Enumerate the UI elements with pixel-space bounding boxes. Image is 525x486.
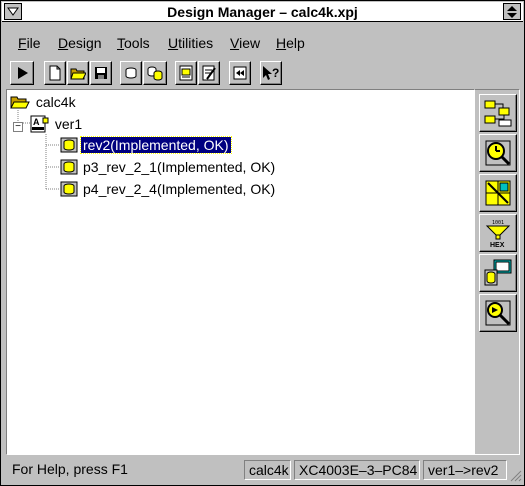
- play-icon: [18, 67, 28, 79]
- menu-file-label: ile: [26, 35, 41, 51]
- prom-formatter-button[interactable]: 1001 HEX: [479, 214, 517, 252]
- tree-node-project[interactable]: calc4k: [10, 92, 78, 112]
- status-revision: ver1–>rev2: [423, 460, 507, 480]
- open-folder-icon: [10, 96, 30, 109]
- window-title: Design Manager – calc4k.xpj: [167, 4, 358, 20]
- revision-chip-icon: [60, 137, 78, 153]
- chips-copy-icon: [147, 66, 163, 81]
- menu-help-label: elp: [286, 35, 305, 51]
- menu-tools[interactable]: Tools: [117, 34, 150, 52]
- status-device: XC4003E–3–PC84: [294, 460, 420, 480]
- tree-node-revision[interactable]: p3_rev_2_1(Implemented, OK): [59, 157, 277, 177]
- context-help-button[interactable]: ?: [260, 61, 282, 85]
- save-icon: [95, 67, 107, 79]
- menu-design-mnemonic: D: [58, 35, 69, 51]
- toolbar: ?: [2, 59, 523, 89]
- menu-design-label: esign: [68, 35, 102, 51]
- version-icon: A: [30, 115, 49, 133]
- restore-button[interactable]: [503, 3, 521, 20]
- floorplanner-icon: [485, 180, 511, 206]
- tree-node-revision-label: rev2(Implemented, OK): [80, 136, 232, 154]
- tool-palette: 1001 HEX: [475, 89, 520, 455]
- menu-view-mnemonic: V: [230, 35, 240, 51]
- menu-tools-label: ools: [124, 35, 150, 51]
- run-flow-button[interactable]: [10, 61, 34, 85]
- copy-chip-button[interactable]: [143, 61, 167, 85]
- report-edit-icon: [202, 65, 216, 81]
- title-bar[interactable]: Design Manager – calc4k.xpj: [2, 2, 523, 22]
- menu-view[interactable]: View: [230, 34, 260, 52]
- timing-analyzer-icon: [485, 140, 511, 166]
- status-bar: For Help, press F1 calc4k XC4003E–3–PC84…: [2, 457, 523, 483]
- hardware-debugger-icon: [484, 259, 512, 286]
- chip-icon: [125, 67, 137, 79]
- menu-bar: File Design Tools Utilities View Help: [2, 32, 523, 54]
- revision-chip-icon: [60, 159, 78, 175]
- tree-node-revision-label: p4_rev_2_4(Implemented, OK): [83, 181, 276, 197]
- hardware-debugger-button[interactable]: [479, 254, 517, 292]
- flow-engine-button[interactable]: [479, 94, 517, 132]
- collapse-toggle-glyph: −: [15, 121, 21, 132]
- menu-help[interactable]: Help: [276, 34, 305, 52]
- menu-tools-mnemonic: T: [117, 35, 124, 51]
- save-button[interactable]: [90, 61, 112, 85]
- tree-node-revision[interactable]: rev2(Implemented, OK): [59, 135, 232, 155]
- status-project: calc4k: [244, 460, 291, 480]
- menu-file[interactable]: File: [18, 34, 41, 52]
- chip-button[interactable]: [120, 61, 142, 85]
- rewind-button[interactable]: [229, 61, 251, 85]
- menu-design[interactable]: Design: [58, 34, 102, 52]
- menu-utilities[interactable]: Utilities: [168, 34, 213, 52]
- menu-view-label: iew: [239, 35, 261, 51]
- tree-node-version-label: ver1: [54, 116, 83, 132]
- tree-node-project-label: calc4k: [35, 94, 76, 110]
- menu-file-mnemonic: F: [18, 35, 27, 51]
- report-button[interactable]: [175, 61, 197, 85]
- epic-editor-icon: [485, 300, 511, 326]
- resize-grip-icon[interactable]: [510, 470, 522, 482]
- prom-formatter-icon: 1001 HEX: [485, 220, 511, 249]
- open-button[interactable]: [67, 61, 89, 85]
- epic-editor-button[interactable]: [479, 294, 517, 332]
- new-button[interactable]: [44, 61, 66, 85]
- hex-label: HEX: [490, 242, 505, 249]
- status-help-text: For Help, press F1: [12, 461, 128, 477]
- tree-node-version[interactable]: − A ver1: [13, 114, 84, 134]
- report-icon: [179, 65, 193, 81]
- system-menu-icon: [7, 7, 19, 16]
- context-help-icon: ?: [263, 66, 279, 80]
- floorplanner-button[interactable]: [479, 174, 517, 212]
- collapse-toggle[interactable]: −: [13, 122, 23, 132]
- rewind-icon: [233, 66, 247, 80]
- revision-chip-icon: [60, 181, 78, 197]
- svg-text:?: ?: [272, 66, 279, 80]
- system-menu-button[interactable]: [4, 3, 22, 20]
- menu-utilities-label: tilities: [178, 35, 214, 51]
- svg-text:A: A: [33, 117, 40, 127]
- tree-node-revision-label: p3_rev_2_1(Implemented, OK): [83, 159, 276, 175]
- flow-engine-icon: [484, 100, 512, 127]
- design-manager-window: Design Manager – calc4k.xpj File Design …: [0, 0, 525, 486]
- tree-node-revision[interactable]: p4_rev_2_4(Implemented, OK): [59, 179, 277, 199]
- svg-text:1001: 1001: [492, 220, 504, 226]
- project-tree[interactable]: calc4k − A ver1 rev2(Implemented, OK) p3_…: [6, 89, 475, 455]
- menu-utilities-mnemonic: U: [168, 35, 179, 51]
- report-edit-button[interactable]: [198, 61, 220, 85]
- open-folder-icon: [70, 68, 86, 80]
- timing-analyzer-button[interactable]: [479, 134, 517, 172]
- new-file-icon: [49, 65, 61, 81]
- menu-help-mnemonic: H: [276, 35, 287, 51]
- restore-icon: [507, 5, 517, 18]
